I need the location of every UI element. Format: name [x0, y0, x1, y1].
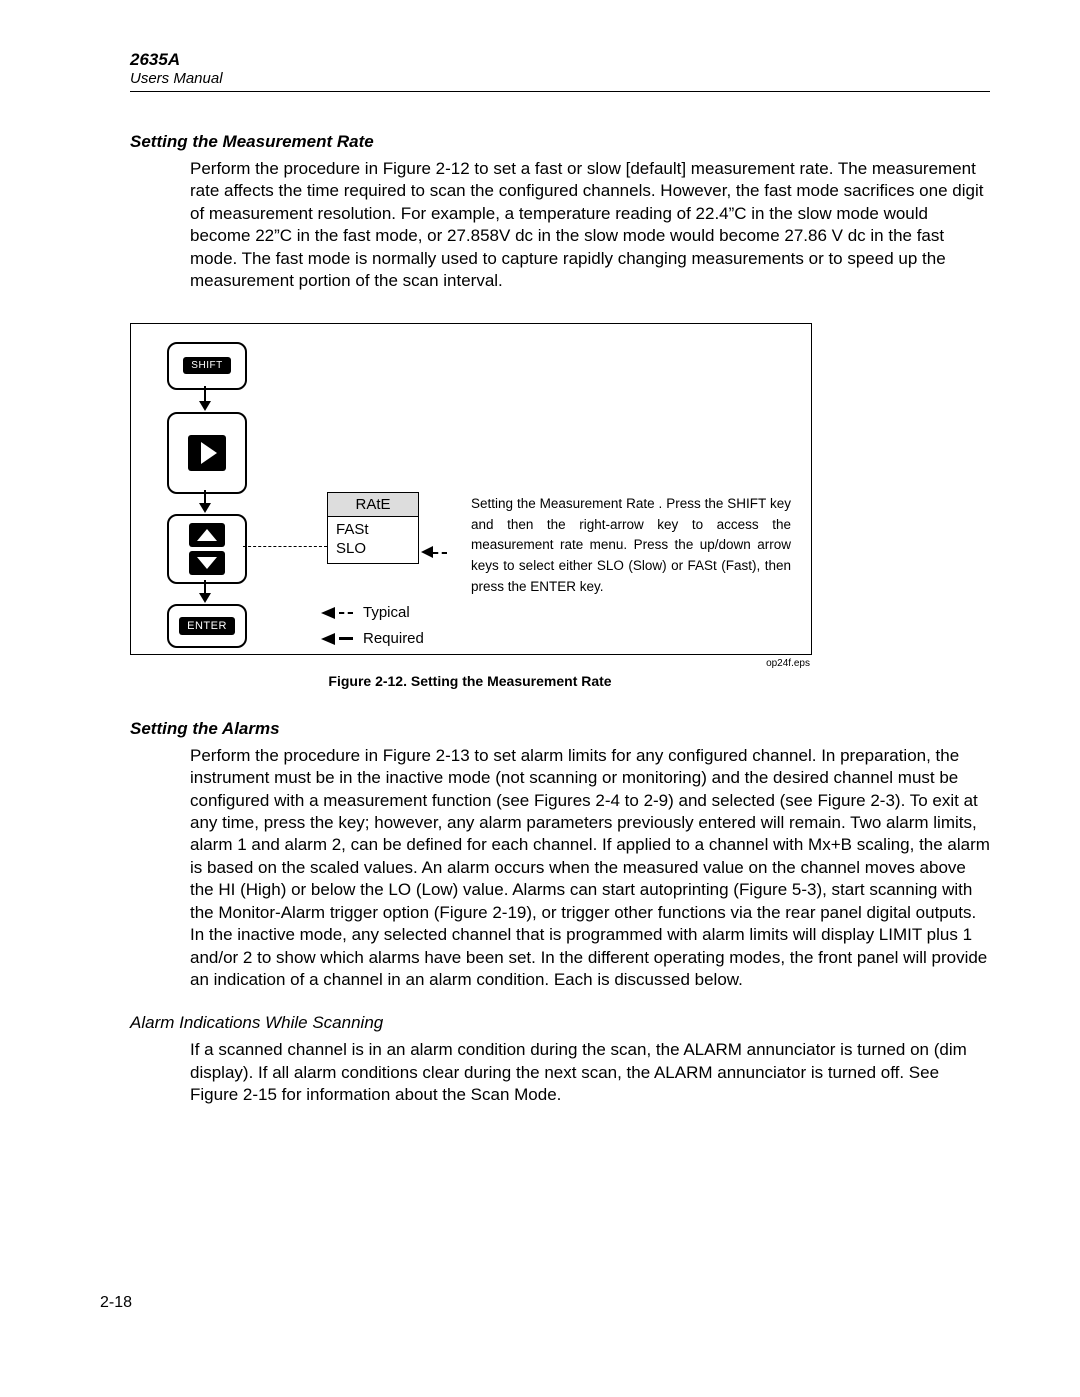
- rate-option-slo: SLO: [336, 539, 410, 559]
- figure-box: SHIFT ENTER RAtE: [130, 323, 812, 655]
- rate-option-fast: FASt: [336, 520, 410, 540]
- header-manual: Users Manual: [130, 70, 990, 87]
- figure-instructions: Setting the Measurement Rate . Press the…: [471, 494, 791, 599]
- arrow-stem: [204, 580, 206, 594]
- shift-key-label: SHIFT: [183, 357, 230, 374]
- dashed-connector: [243, 546, 327, 547]
- subsection-heading-alarm-indications: Alarm Indications While Scanning: [130, 1013, 990, 1033]
- arrow-left-icon: [321, 607, 335, 619]
- rate-menu-header: RAtE: [328, 493, 418, 517]
- arrow-tail-dashed: [339, 612, 353, 614]
- figure-eps-name: op24f.eps: [130, 658, 810, 669]
- page-number: 2-18: [100, 1294, 132, 1312]
- arrow-stem: [204, 490, 206, 504]
- arrow-down-icon: [189, 551, 225, 575]
- legend-typical-label: Typical: [363, 604, 410, 621]
- section-body-rate: Perform the procedure in Figure 2-12 to …: [190, 158, 990, 293]
- section-heading-rate: Setting the Measurement Rate: [130, 132, 990, 152]
- arrow-down-icon: [199, 593, 211, 603]
- shift-key: SHIFT: [167, 342, 247, 390]
- up-down-key: [167, 514, 247, 584]
- arrow-down-icon: [199, 503, 211, 513]
- header-model: 2635A: [130, 50, 990, 70]
- right-arrow-icon: [188, 435, 226, 471]
- arrow-tail-solid: [339, 637, 353, 640]
- arrow-left-icon: [321, 633, 335, 645]
- subsection-body-alarm-indications: If a scanned channel is in an alarm cond…: [190, 1039, 990, 1106]
- arrow-down-icon: [199, 401, 211, 411]
- legend-required-label: Required: [363, 630, 424, 647]
- rate-menu-panel: RAtE FASt SLO: [327, 492, 419, 564]
- legend-typical: Typical: [321, 604, 410, 621]
- legend-required: Required: [321, 630, 424, 647]
- section-heading-alarms: Setting the Alarms: [130, 719, 990, 739]
- page-header: 2635A Users Manual: [130, 50, 990, 92]
- arrow-left-icon: [421, 546, 433, 558]
- arrow-stem: [204, 386, 206, 402]
- right-arrow-key: [167, 412, 247, 494]
- section-body-alarms: Perform the procedure in Figure 2-13 to …: [190, 745, 990, 992]
- enter-key-label: ENTER: [179, 617, 235, 635]
- enter-key: ENTER: [167, 604, 247, 648]
- figure-caption: Figure 2-12. Setting the Measurement Rat…: [130, 673, 810, 689]
- arrow-up-icon: [189, 523, 225, 547]
- arrow-tail-dashed: [433, 552, 447, 554]
